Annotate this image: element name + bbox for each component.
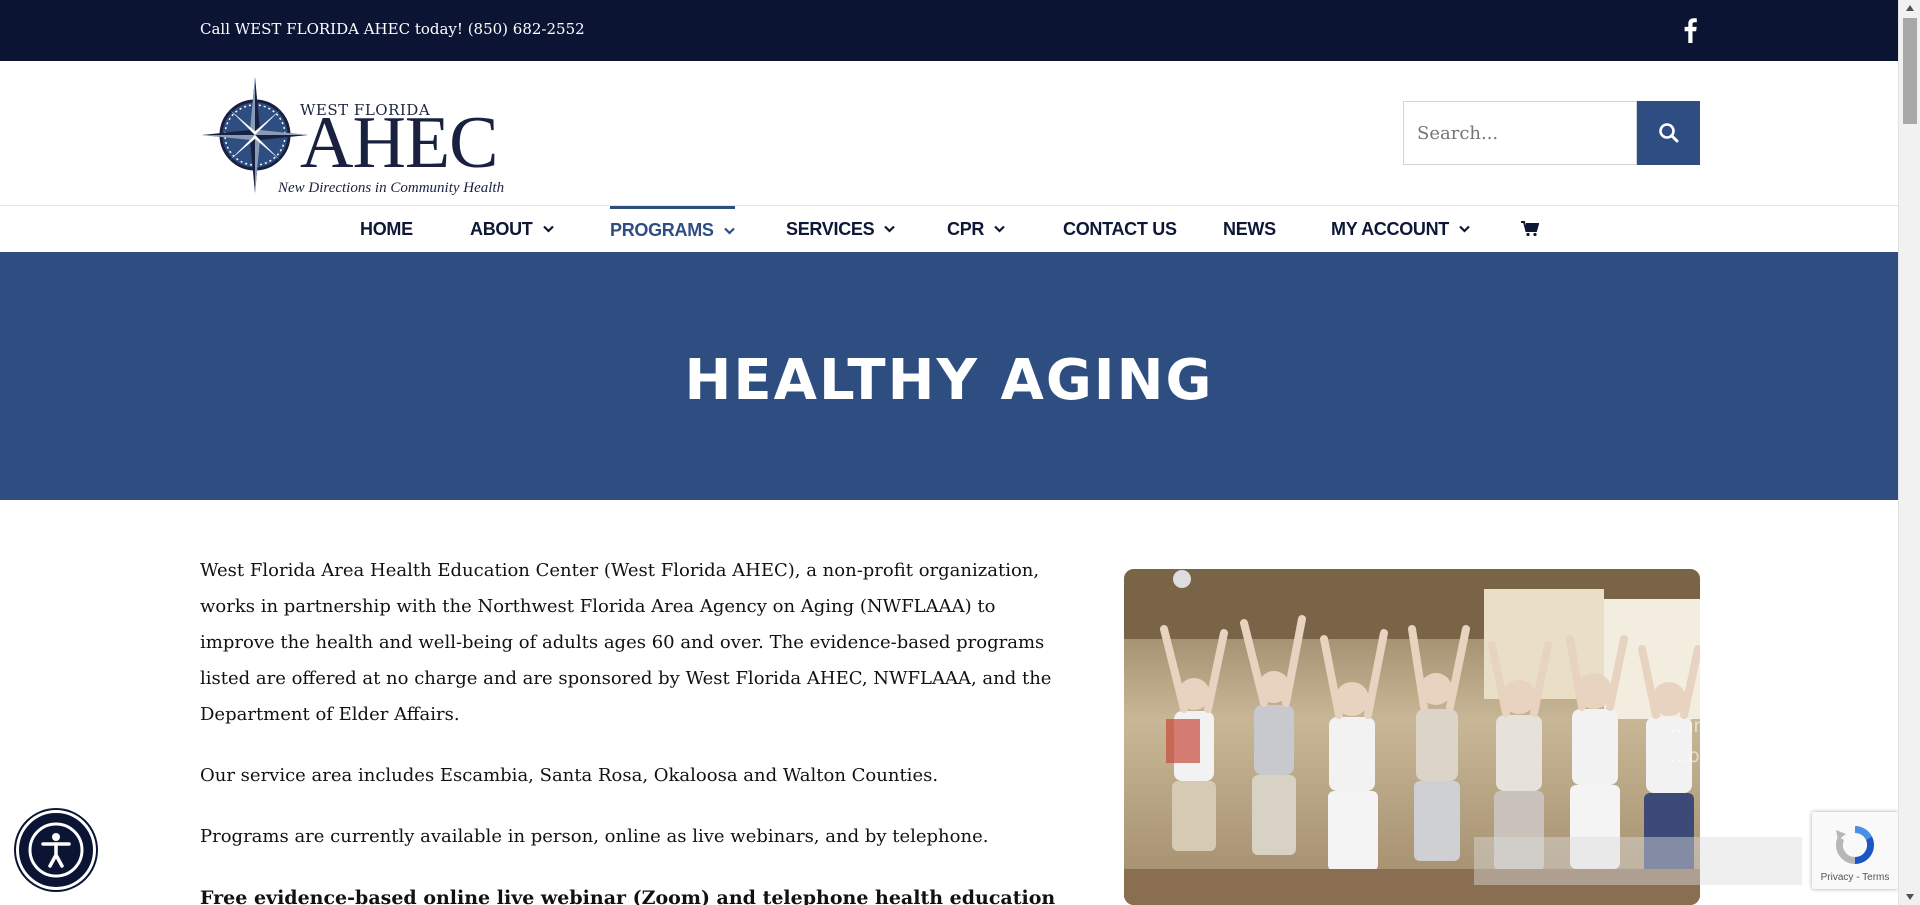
recaptcha-icon [1835, 826, 1875, 864]
page-title: HEALTHY AGING [684, 348, 1214, 413]
cart-button[interactable] [1521, 206, 1539, 252]
call-text: Call WEST FLORIDA AHEC today! (850) 682-… [200, 20, 585, 38]
scrollbar-thumb[interactable] [1903, 18, 1917, 124]
compass-star-icon [202, 77, 308, 193]
cookie-accept-button[interactable] [1474, 837, 1802, 885]
availability-paragraph: Programs are currently available in pers… [200, 826, 989, 847]
logo-main-text: AHEC [300, 102, 498, 184]
accessibility-icon [28, 822, 84, 878]
search-form [1403, 101, 1700, 165]
facebook-icon[interactable] [1680, 16, 1700, 44]
nav-item-label: SERVICES [786, 218, 875, 239]
nav-item-programs[interactable]: PROGRAMS [610, 206, 735, 252]
page-scrollbar[interactable] [1898, 0, 1920, 905]
nav-item-cpr[interactable]: CPR [947, 206, 1005, 252]
webinar-heading: Free evidence-based online live webinar … [200, 887, 1056, 905]
nav-item-label: CPR [947, 218, 985, 239]
nav-item-about[interactable]: ABOUT [470, 206, 554, 252]
service-area-paragraph: Our service area includes Escambia, Sant… [200, 765, 939, 786]
page-title-bar: HEALTHY AGING [0, 252, 1898, 500]
cookie-text-line-2: ...of cookies. [1670, 745, 1791, 767]
recaptcha-badge[interactable]: Privacy - Terms [1812, 812, 1898, 889]
search-button[interactable] [1637, 101, 1700, 165]
chevron-down-icon [723, 227, 735, 235]
cookie-text-line-1: ...ing our [1670, 715, 1756, 737]
shopping-cart-icon [1521, 221, 1539, 237]
chevron-down-icon [1459, 225, 1470, 233]
recaptcha-links[interactable]: Privacy - Terms [1812, 872, 1898, 883]
site-header: WEST FLORIDA AHEC New Directions in Comm… [0, 61, 1898, 206]
accessibility-button[interactable] [16, 810, 96, 890]
top-bar: Call WEST FLORIDA AHEC today! (850) 682-… [0, 0, 1898, 61]
main-content: West Florida Area Health Education Cente… [200, 553, 1060, 905]
nav-item-label: MY ACCOUNT [1331, 218, 1449, 239]
nav-item-news[interactable]: NEWS [1223, 206, 1276, 252]
nav-item-label: NEWS [1223, 218, 1276, 239]
chevron-down-icon [884, 225, 896, 233]
search-input[interactable] [1403, 101, 1637, 165]
scroll-down-arrow-icon[interactable] [1899, 888, 1920, 905]
nav-item-label: PROGRAMS [610, 220, 714, 240]
site-logo[interactable]: WEST FLORIDA AHEC New Directions in Comm… [200, 75, 512, 196]
nav-item-contact-us[interactable]: CONTACT US [1063, 206, 1177, 252]
scroll-up-arrow-icon[interactable] [1899, 0, 1920, 17]
nav-item-services[interactable]: SERVICES [786, 206, 896, 252]
nav-item-label: CONTACT US [1063, 218, 1177, 239]
main-navigation: HOME ABOUT PROGRAMS SERVICES CPR CONTACT… [0, 206, 1898, 252]
intro-paragraph: West Florida Area Health Education Cente… [200, 560, 1052, 725]
nav-item-label: HOME [360, 218, 413, 239]
logo-tagline: New Directions in Community Health [278, 180, 505, 196]
nav-item-label: ABOUT [470, 218, 533, 239]
nav-item-my-account[interactable]: MY ACCOUNT [1331, 206, 1470, 252]
search-icon [1659, 123, 1679, 143]
chevron-down-icon [994, 225, 1005, 233]
nav-item-home[interactable]: HOME [360, 206, 413, 252]
chevron-down-icon [542, 225, 554, 233]
